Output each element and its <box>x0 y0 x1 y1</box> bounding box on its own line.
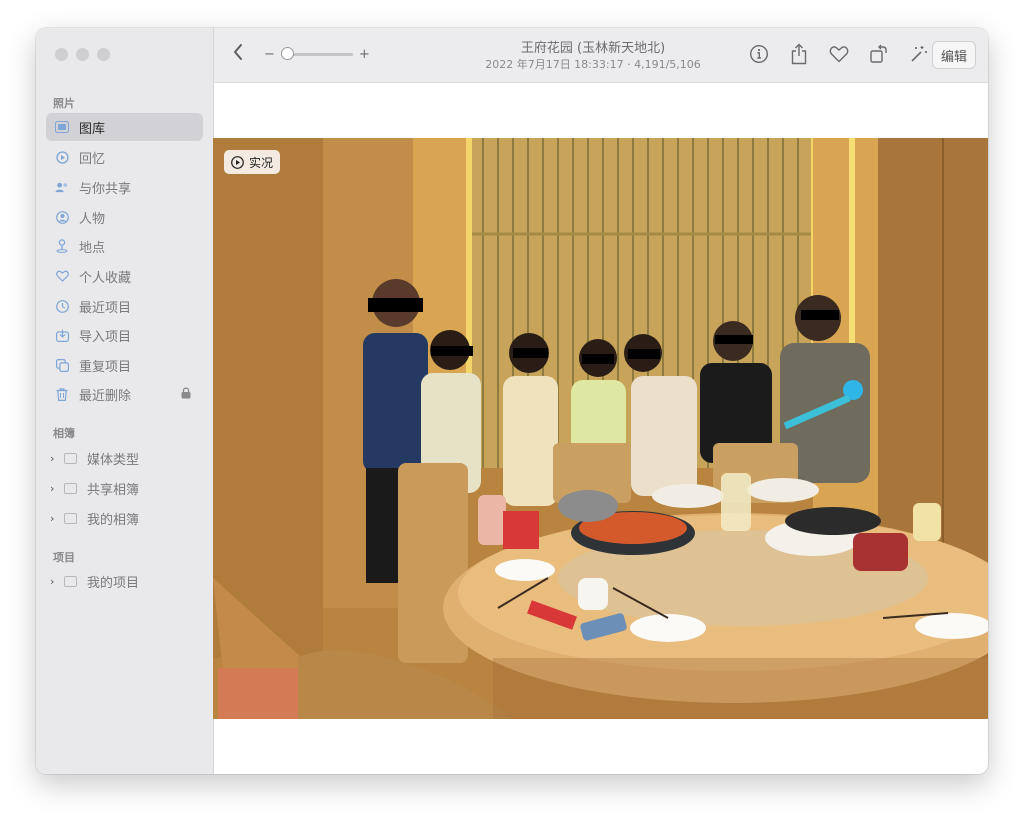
sidebar-item-label: 导入项目 <box>79 329 132 345</box>
chevron-right-icon[interactable]: › <box>50 512 60 525</box>
photo-title: 王府花园 (玉林新天地北) <box>520 41 666 56</box>
zoom-slider-knob[interactable] <box>280 47 294 60</box>
shared-with-you-icon <box>55 180 69 194</box>
photo-image <box>213 138 988 719</box>
project-my-projects[interactable]: › 我的项目 <box>50 568 139 594</box>
sidebar-item-label: 图库 <box>79 121 106 137</box>
sidebar-item-favorites[interactable]: 个人收藏 <box>46 262 203 290</box>
sidebar: 照片 图库 回忆 与你共享 人物 地点 个人收藏 最近项目 导入项目 重复项目 … <box>36 28 214 774</box>
minimize-button[interactable] <box>76 48 89 61</box>
folder-icon <box>64 575 77 587</box>
chevron-right-icon[interactable]: › <box>50 482 60 495</box>
sidebar-item-library[interactable]: 图库 <box>46 113 203 141</box>
sidebar-item-people[interactable]: 人物 <box>46 203 203 231</box>
back-button[interactable] <box>232 42 244 66</box>
places-icon <box>55 239 69 253</box>
photos-window: 照片 图库 回忆 与你共享 人物 地点 个人收藏 最近项目 导入项目 重复项目 … <box>36 28 988 774</box>
sidebar-item-label: 重复项目 <box>79 359 132 375</box>
folder-icon <box>64 452 77 464</box>
zoom-in-button[interactable]: + <box>359 47 370 62</box>
album-my-albums[interactable]: › 我的相簿 <box>50 505 139 531</box>
sidebar-item-recents[interactable]: 最近项目 <box>46 292 203 320</box>
chevron-right-icon[interactable]: › <box>50 452 60 465</box>
folder-icon <box>64 512 77 524</box>
albums-section-heading: 相簿 <box>53 427 75 440</box>
photo-view[interactable]: 实况 <box>213 138 988 719</box>
sidebar-item-label: 回忆 <box>79 151 106 167</box>
live-photo-badge[interactable]: 实况 <box>224 150 281 174</box>
live-photo-label: 实况 <box>249 155 274 170</box>
trash-icon <box>55 387 69 401</box>
clock-icon <box>55 299 69 313</box>
sidebar-item-label: 与你共享 <box>79 181 132 197</box>
toolbar: − + 王府花园 (玉林新天地北) 2022 年7月17日 18:33:17 ·… <box>214 28 988 83</box>
zoom-control: − + <box>264 47 370 62</box>
album-label: 媒体类型 <box>87 452 140 468</box>
auto-enhance-icon[interactable] <box>908 43 930 65</box>
sidebar-item-imports[interactable]: 导入项目 <box>46 321 203 349</box>
sidebar-item-shared-with-you[interactable]: 与你共享 <box>46 173 203 201</box>
photo-date-count: 2022 年7月17日 18:33:17 · 4,191/5,106 <box>485 58 701 71</box>
sidebar-item-memories[interactable]: 回忆 <box>46 143 203 171</box>
info-icon[interactable] <box>748 43 770 65</box>
sidebar-item-recently-deleted[interactable]: 最近删除 <box>46 380 203 408</box>
zoom-slider[interactable] <box>280 47 353 60</box>
rotate-icon[interactable] <box>868 43 890 65</box>
shared-folder-icon <box>64 482 77 494</box>
sidebar-item-label: 最近删除 <box>79 388 132 404</box>
heart-icon <box>55 269 69 283</box>
duplicates-icon <box>55 358 69 372</box>
zoom-button[interactable] <box>97 48 110 61</box>
sidebar-item-label: 个人收藏 <box>79 270 132 286</box>
sidebar-item-duplicates[interactable]: 重复项目 <box>46 351 203 379</box>
album-label: 我的相簿 <box>87 512 140 528</box>
import-icon <box>55 328 69 342</box>
album-label: 共享相簿 <box>87 482 140 498</box>
share-icon[interactable] <box>788 43 810 65</box>
memories-icon <box>55 150 69 164</box>
album-shared-albums[interactable]: › 共享相簿 <box>50 475 139 501</box>
live-photo-icon <box>231 155 244 169</box>
sidebar-item-label: 地点 <box>79 240 106 256</box>
close-button[interactable] <box>55 48 68 61</box>
projects-section-heading: 项目 <box>53 551 75 564</box>
album-media-types[interactable]: › 媒体类型 <box>50 445 139 471</box>
toolbar-actions <box>748 43 930 65</box>
chevron-right-icon[interactable]: › <box>50 575 60 588</box>
edit-button[interactable]: 编辑 <box>932 41 976 69</box>
sidebar-item-label: 人物 <box>79 211 106 227</box>
sidebar-item-label: 最近项目 <box>79 300 132 316</box>
favorite-heart-icon[interactable] <box>828 43 850 65</box>
sidebar-item-places[interactable]: 地点 <box>46 232 203 260</box>
photos-section-heading: 照片 <box>53 97 75 110</box>
people-icon <box>55 210 69 224</box>
window-controls <box>55 48 110 61</box>
library-icon <box>55 120 69 134</box>
project-label: 我的项目 <box>87 575 140 591</box>
lock-icon <box>181 386 191 402</box>
zoom-out-button[interactable]: − <box>264 47 275 62</box>
